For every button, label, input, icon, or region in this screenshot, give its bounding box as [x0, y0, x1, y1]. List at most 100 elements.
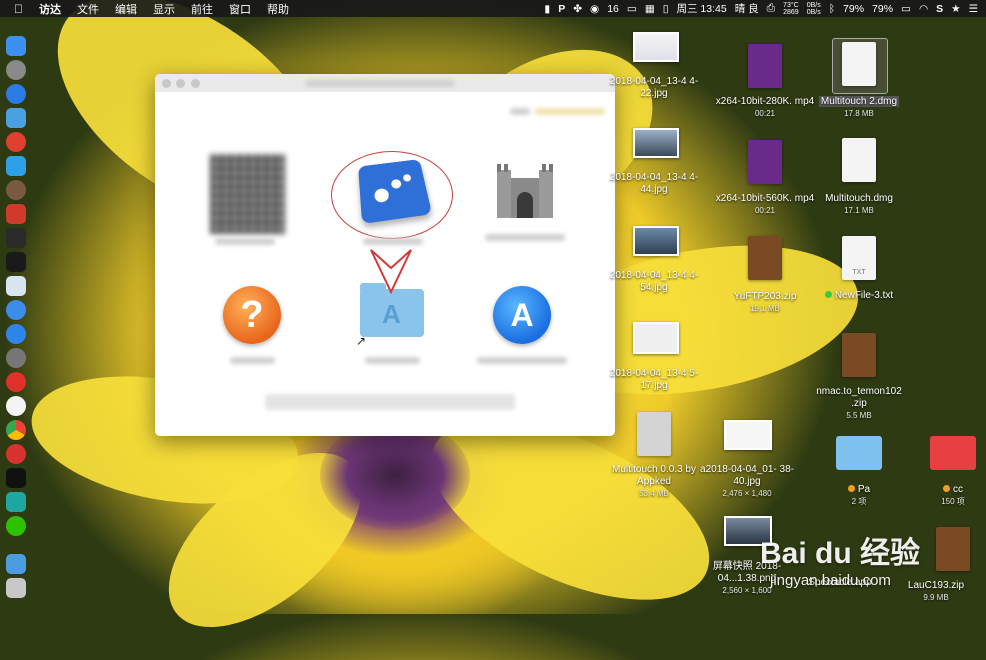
zip-archive-icon[interactable] — [748, 236, 782, 280]
wechat-dock-icon[interactable] — [6, 516, 26, 536]
menu-bar:  访达 文件 编辑 显示 前往 窗口 帮助 ▮ P ✤ ◉ 16 ▭ ▦ ▯ … — [0, 0, 986, 17]
gatekeeper-castle-icon[interactable] — [495, 162, 555, 220]
finder-dock-icon[interactable] — [6, 36, 26, 56]
alias-arrow-icon: ↗ — [356, 334, 367, 348]
blurred-label — [510, 108, 530, 115]
orange-tag-dot — [943, 485, 950, 492]
grid-icon[interactable]: ▦ — [645, 3, 655, 15]
applications-folder-icon[interactable]: A — [360, 283, 424, 337]
display-icon[interactable]: ▭ — [627, 3, 637, 15]
desktop-item-label[interactable]: YuFTP203.zip 19.1 MB — [715, 291, 815, 315]
app-store-icon[interactable]: A — [493, 286, 551, 344]
dmg-folder-icon[interactable] — [637, 412, 671, 456]
launchpad-dock-icon[interactable] — [6, 60, 26, 80]
menu-go[interactable]: 前往 — [191, 1, 213, 17]
vivaldi-dock-icon[interactable] — [6, 444, 26, 464]
menu-edit[interactable]: 编辑 — [115, 1, 137, 17]
preview-dock-icon[interactable] — [6, 108, 26, 128]
baidu-watermark: Bai du 经验 — [760, 537, 921, 570]
desktop-item-label[interactable]: 2018-04-04_13-4 5-17.jpg — [604, 368, 704, 392]
menu-file[interactable]: 文件 — [77, 1, 99, 17]
printer-icon[interactable]: ⎙ — [767, 2, 775, 15]
desktop-item-label[interactable]: Multitouch 2.dmg 17.8 MB — [809, 96, 909, 120]
list-icon[interactable]: ☰ — [969, 3, 978, 15]
video-file-icon[interactable] — [748, 44, 782, 88]
help-question-icon[interactable]: ? — [223, 286, 281, 344]
app-dark-dock-icon[interactable] — [6, 468, 26, 488]
desktop-item-label[interactable]: Multitouch 0.0.3 by Appked 53.4 MB — [604, 464, 704, 500]
star-icon[interactable]: ★ — [951, 3, 960, 15]
blurred-label — [230, 357, 275, 364]
desktop-item-label[interactable]: LauC193.zip 9.9 MB — [886, 580, 986, 604]
status-icon-1[interactable]: ▮ — [544, 3, 550, 15]
app-blue-dock-icon[interactable] — [6, 300, 26, 320]
video-file-icon[interactable] — [748, 140, 782, 184]
app-store-dock-icon[interactable] — [6, 324, 26, 344]
desktop-item-label[interactable]: x264-10bit-280K. mp4 00:21 — [715, 96, 815, 120]
screenshot-thumbnail[interactable] — [633, 226, 679, 256]
txt-file-icon[interactable]: TXT — [842, 236, 876, 280]
yandex-dock-icon[interactable] — [6, 396, 26, 416]
zoom-button[interactable] — [191, 79, 200, 88]
status-icon-2[interactable]: ✤ — [573, 3, 582, 15]
menu-app-finder[interactable]: 访达 — [39, 1, 61, 17]
cpu-stats[interactable]: 73°C 2869 — [783, 2, 799, 16]
battery-percent-1[interactable]: 79% — [843, 3, 864, 15]
clock-text[interactable]: 周三 13:45 — [677, 1, 727, 16]
battery-percent-2[interactable]: 79% — [872, 3, 893, 15]
desktop-item-label[interactable]: Multitouch.dmg 17.1 MB — [809, 193, 909, 217]
trash-menu-icon[interactable]: ▯ — [663, 3, 669, 15]
screenshot-thumbnail[interactable] — [633, 128, 679, 158]
bluetooth-icon[interactable]: ᛒ — [829, 3, 835, 15]
menu-window[interactable]: 窗口 — [229, 1, 251, 17]
desktop-item-label[interactable]: 2018-04-04_13-4 4-22.jpg — [604, 76, 704, 100]
zip-archive-icon[interactable] — [842, 333, 876, 377]
desktop-item-label[interactable]: NewFile-3.txt — [809, 290, 909, 302]
desktop-item-label[interactable]: 2018-04-04_13-4 4-54.jpg — [604, 270, 704, 294]
baidu-watermark-url: jingyan.baidu.com — [770, 572, 891, 589]
desktop-item-label[interactable]: x264-10bit-560K. mp4 00:21 — [715, 193, 815, 217]
chrome-dock-icon[interactable] — [6, 420, 26, 440]
system-preferences-dock-icon[interactable] — [6, 348, 26, 368]
safari-dock-icon[interactable] — [6, 84, 26, 104]
dmg-install-window: ? A ↗ A — [155, 74, 615, 436]
screenshot-thumbnail[interactable] — [633, 32, 679, 62]
battery-icon[interactable]: ▭ — [901, 3, 911, 15]
wifi-icon[interactable]: ◠ — [919, 3, 928, 15]
close-button[interactable] — [162, 79, 171, 88]
netease-music-dock-icon[interactable] — [6, 372, 26, 392]
app-chart-dock-icon[interactable] — [6, 204, 26, 224]
apple-icon[interactable]:  — [14, 2, 23, 16]
activity-monitor-dock-icon[interactable] — [6, 228, 26, 248]
terminal-dock-icon[interactable] — [6, 252, 26, 272]
window-titlebar[interactable] — [155, 74, 615, 92]
desktop-item-label[interactable]: 2018-04-04_13-4 4-44.jpg — [604, 172, 704, 196]
desktop-item-label[interactable]: nmac.to_temon102 .zip 5.5 MB — [809, 386, 909, 422]
app-a-glyph: A — [382, 299, 401, 329]
app-red-dock-icon[interactable] — [6, 132, 26, 152]
wechat-icon[interactable]: ◉ — [590, 3, 599, 15]
folder-icon[interactable] — [836, 436, 882, 470]
dmg-file-icon[interactable] — [842, 138, 876, 182]
zip-archive-icon[interactable] — [936, 527, 970, 571]
downloads-dock-icon[interactable] — [6, 554, 26, 574]
status-icon-p[interactable]: P — [558, 3, 565, 15]
screenshot-thumbnail[interactable] — [724, 420, 772, 450]
minimize-button[interactable] — [176, 79, 185, 88]
desktop-item-label[interactable]: Pa 2 项 — [809, 484, 909, 508]
app-cloud-dock-icon[interactable] — [6, 276, 26, 296]
menu-help[interactable]: 帮助 — [267, 1, 289, 17]
menu-view[interactable]: 显示 — [153, 1, 175, 17]
dmg-file-icon[interactable] — [842, 42, 876, 86]
screenshot-thumbnail[interactable] — [633, 322, 679, 354]
network-stats[interactable]: 0B/s 0B/s — [807, 2, 821, 16]
folder-icon[interactable] — [930, 436, 976, 470]
app-teal-dock-icon[interactable] — [6, 492, 26, 512]
desktop-item-label[interactable]: a2018-04-04_01- 38-40.jpg 2,476 × 1,480 — [697, 464, 797, 500]
trash-dock-icon[interactable] — [6, 578, 26, 598]
migration-dock-icon[interactable] — [6, 156, 26, 176]
app-s-icon[interactable]: S — [936, 3, 943, 15]
app-brown-dock-icon[interactable] — [6, 180, 26, 200]
weather-text[interactable]: 晴 良 — [735, 1, 759, 16]
desktop-item-label[interactable]: cc 150 项 — [903, 484, 986, 508]
